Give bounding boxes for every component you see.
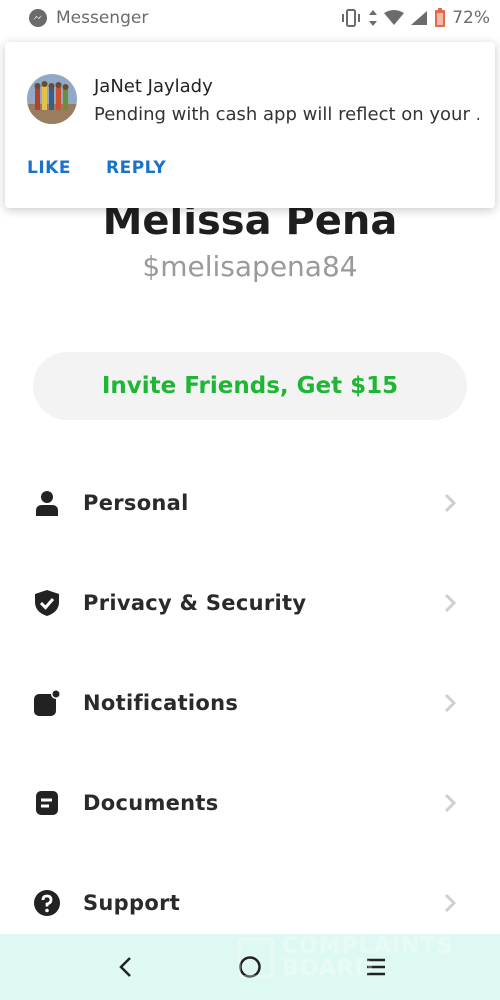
notification-icon bbox=[33, 689, 61, 717]
status-bar: Messenger 72% bbox=[0, 0, 500, 36]
menu-item-personal[interactable]: Personal bbox=[0, 453, 500, 553]
help-icon bbox=[33, 889, 61, 917]
settings-menu: Personal Privacy & Security Notification… bbox=[0, 453, 500, 953]
invite-friends-button[interactable]: Invite Friends, Get $15 bbox=[33, 352, 467, 420]
status-left: Messenger bbox=[28, 8, 148, 28]
reply-button[interactable]: REPLY bbox=[106, 158, 166, 178]
wifi-icon bbox=[384, 10, 405, 25]
status-app-name: Messenger bbox=[56, 8, 149, 28]
shield-icon bbox=[33, 589, 61, 617]
battery-percent: 72% bbox=[452, 8, 490, 28]
document-icon bbox=[33, 789, 61, 817]
chevron-right-icon bbox=[444, 793, 457, 813]
messenger-icon bbox=[29, 9, 47, 27]
watermark-line2: BOARD bbox=[282, 956, 375, 981]
profile-handle: $melisapena84 bbox=[142, 250, 358, 283]
vibrate-icon bbox=[342, 9, 361, 27]
data-transfer-icon bbox=[369, 10, 378, 26]
messenger-notification[interactable]: JaNet Jaylady Pending with cash app will… bbox=[5, 42, 495, 208]
battery-icon bbox=[435, 8, 446, 27]
status-right: 72% bbox=[340, 8, 490, 28]
notification-message: Pending with cash app will reflect on yo… bbox=[94, 104, 479, 125]
back-icon[interactable] bbox=[113, 954, 139, 980]
chevron-right-icon bbox=[444, 593, 457, 613]
complaints-board-watermark: COMPLAINTS BOARD bbox=[238, 934, 458, 984]
chevron-right-icon bbox=[444, 693, 457, 713]
menu-item-documents[interactable]: Documents bbox=[0, 753, 500, 853]
sender-avatar bbox=[27, 74, 77, 124]
menu-item-notifications[interactable]: Notifications bbox=[0, 653, 500, 753]
menu-label-notifications: Notifications bbox=[83, 691, 239, 715]
person-icon bbox=[33, 489, 61, 517]
menu-label-documents: Documents bbox=[83, 791, 219, 815]
menu-label-support: Support bbox=[83, 891, 181, 915]
signal-icon bbox=[411, 11, 428, 25]
watermark-logo-icon bbox=[238, 938, 274, 978]
chevron-right-icon bbox=[444, 893, 457, 913]
menu-item-privacy-security[interactable]: Privacy & Security bbox=[0, 553, 500, 653]
menu-label-personal: Personal bbox=[83, 491, 189, 515]
chevron-right-icon bbox=[444, 493, 457, 513]
notification-sender: JaNet Jaylady bbox=[94, 76, 213, 97]
like-button[interactable]: LIKE bbox=[27, 158, 71, 178]
menu-label-privacy-security: Privacy & Security bbox=[83, 591, 307, 615]
